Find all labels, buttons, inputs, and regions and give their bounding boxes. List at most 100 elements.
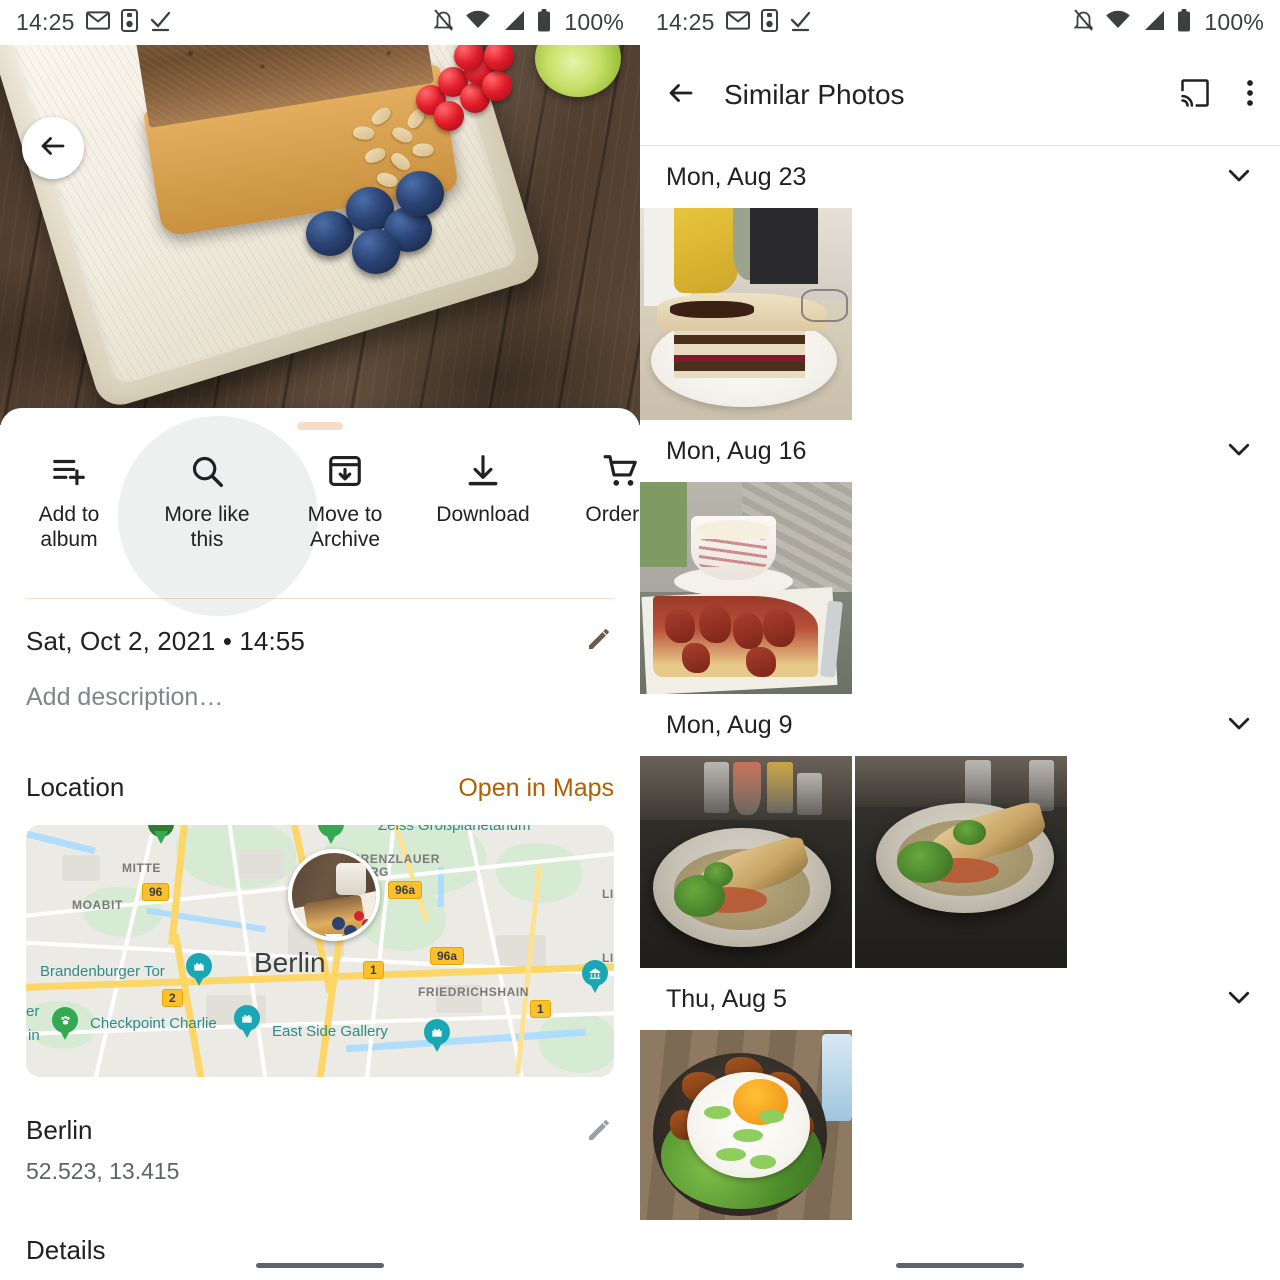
map-road-shield: 2 bbox=[162, 989, 183, 1007]
photo-thumbnail[interactable] bbox=[640, 482, 852, 694]
action-label: Download bbox=[436, 502, 529, 527]
search-icon bbox=[188, 450, 226, 492]
photo-thumbnail-image bbox=[640, 208, 852, 420]
battery-percent: 100% bbox=[564, 9, 624, 36]
download-icon bbox=[464, 450, 502, 492]
device-icon bbox=[761, 9, 778, 37]
date-header-group-3[interactable]: Thu, Aug 5 bbox=[640, 968, 1280, 1030]
action-move-to-archive[interactable]: Move toArchive bbox=[276, 450, 414, 552]
map-building-block bbox=[496, 935, 546, 969]
info-bottom-sheet[interactable]: Add toalbum More likethis Move toArchive bbox=[0, 408, 640, 1280]
place-name: Berlin bbox=[26, 1115, 179, 1146]
hero-photo[interactable] bbox=[0, 45, 640, 425]
map-road-shield: 96a bbox=[388, 881, 422, 899]
cast-icon[interactable] bbox=[1180, 78, 1210, 113]
gesture-nav-bar-left bbox=[0, 1250, 640, 1280]
gmail-icon bbox=[726, 11, 750, 35]
map-road-shield: 96a bbox=[430, 947, 464, 965]
map-road-shield: 1 bbox=[530, 1000, 551, 1018]
back-button[interactable] bbox=[666, 78, 696, 113]
map-district-label: MITTE bbox=[122, 861, 161, 875]
tasks-icon bbox=[149, 9, 172, 37]
app-bar: Similar Photos bbox=[640, 45, 1280, 145]
date-label: Mon, Aug 23 bbox=[666, 163, 806, 192]
open-in-maps-link[interactable]: Open in Maps bbox=[458, 774, 614, 803]
photo-row-group-0 bbox=[640, 208, 1280, 420]
action-add-to-album[interactable]: Add toalbum bbox=[0, 450, 138, 552]
location-map[interactable]: 96 96a 96a 2 1 1 MITTE MOABIT PRENZLAUER… bbox=[26, 825, 614, 1077]
photo-thumbnail-image bbox=[640, 1030, 852, 1220]
datetime-row[interactable]: Sat, Oct 2, 2021 • 14:55 bbox=[26, 599, 614, 683]
status-bar-right: 14:25 bbox=[640, 0, 1280, 45]
map-poi-label: Brandenburger Tor bbox=[40, 963, 165, 980]
battery-icon bbox=[1177, 9, 1191, 37]
map-pin-checkpoint-charlie[interactable] bbox=[234, 1005, 260, 1039]
more-vert-icon[interactable] bbox=[1246, 78, 1254, 113]
chevron-down-icon[interactable] bbox=[1224, 982, 1254, 1017]
action-download[interactable]: Download bbox=[414, 450, 552, 527]
battery-icon bbox=[537, 9, 551, 37]
gmail-icon bbox=[86, 11, 110, 35]
tasks-icon bbox=[789, 9, 812, 37]
photo-row-group-2 bbox=[640, 756, 1280, 968]
location-section-header: Location Open in Maps bbox=[26, 772, 614, 803]
date-header-group-0[interactable]: Mon, Aug 23 bbox=[640, 146, 1280, 208]
date-label: Mon, Aug 16 bbox=[666, 437, 806, 466]
map-district-label: MOABIT bbox=[72, 898, 123, 912]
action-label: Move toArchive bbox=[308, 502, 383, 552]
date-label: Thu, Aug 5 bbox=[666, 985, 787, 1014]
back-button[interactable] bbox=[22, 117, 84, 179]
date-header-group-2[interactable]: Mon, Aug 9 bbox=[640, 694, 1280, 756]
status-bar-left-group: 14:25 bbox=[16, 9, 172, 37]
wifi-icon bbox=[1105, 10, 1131, 35]
map-poi-label: East Side Gallery bbox=[272, 1023, 388, 1040]
map-pin-stasi-museum[interactable] bbox=[582, 960, 608, 994]
device-icon bbox=[121, 9, 138, 37]
map-road-shield: 1 bbox=[363, 961, 384, 979]
battery-percent: 100% bbox=[1204, 9, 1264, 36]
map-pin-park[interactable] bbox=[318, 825, 344, 845]
edit-datetime-button[interactable] bbox=[584, 624, 614, 659]
photo-thumbnail[interactable] bbox=[640, 1030, 852, 1220]
map-poi-label: Stas bbox=[613, 970, 614, 987]
shopping-cart-icon bbox=[602, 450, 640, 492]
action-order-photo[interactable]: Order p bbox=[552, 450, 640, 527]
location-title: Location bbox=[26, 772, 124, 803]
home-gesture-pill[interactable] bbox=[256, 1263, 384, 1268]
photo-thumbnail[interactable] bbox=[855, 756, 1067, 968]
back-arrow-icon bbox=[38, 131, 68, 166]
photo-row-group-3 bbox=[640, 1030, 1280, 1220]
map-pin-park[interactable] bbox=[148, 825, 174, 845]
date-header-group-1[interactable]: Mon, Aug 16 bbox=[640, 420, 1280, 482]
home-gesture-pill[interactable] bbox=[896, 1263, 1024, 1268]
status-bar-right-group: 100% bbox=[1073, 9, 1264, 37]
app-bar-actions bbox=[1180, 78, 1254, 113]
photo-thumbnail[interactable] bbox=[640, 208, 852, 420]
map-pin-zoo[interactable] bbox=[52, 1007, 78, 1041]
description-input[interactable]: Add description… bbox=[26, 683, 614, 722]
map-pin-brandenburger-tor[interactable] bbox=[186, 953, 212, 987]
place-text: Berlin 52.523, 13.415 bbox=[26, 1115, 179, 1185]
map-building-block bbox=[240, 849, 284, 879]
status-bar-left-group: 14:25 bbox=[656, 9, 812, 37]
action-more-like-this[interactable]: More likethis bbox=[138, 450, 276, 552]
photo-thumbnail-image bbox=[640, 482, 852, 694]
dual-panel-screenshot: 14:25 bbox=[0, 0, 1280, 1280]
photo-thumbnail[interactable] bbox=[640, 756, 852, 968]
map-road-shield: 96 bbox=[142, 883, 169, 901]
map-pin-east-side-gallery[interactable] bbox=[424, 1019, 450, 1053]
chevron-down-icon[interactable] bbox=[1224, 434, 1254, 469]
chevron-down-icon[interactable] bbox=[1224, 708, 1254, 743]
notifications-off-icon bbox=[433, 9, 454, 37]
signal-icon bbox=[1142, 10, 1166, 36]
chevron-down-icon[interactable] bbox=[1224, 160, 1254, 195]
map-photo-marker[interactable] bbox=[288, 849, 380, 941]
place-row[interactable]: Berlin 52.523, 13.415 bbox=[26, 1115, 614, 1185]
metadata-section: Sat, Oct 2, 2021 • 14:55 Add description… bbox=[0, 599, 640, 1266]
map-poi-label: Zeiss Großplanetarium bbox=[378, 825, 531, 834]
date-label: Mon, Aug 9 bbox=[666, 711, 792, 740]
status-bar-right-group: 100% bbox=[433, 9, 624, 37]
notifications-off-icon bbox=[1073, 9, 1094, 37]
edit-location-button[interactable] bbox=[584, 1115, 614, 1150]
wifi-icon bbox=[465, 10, 491, 35]
